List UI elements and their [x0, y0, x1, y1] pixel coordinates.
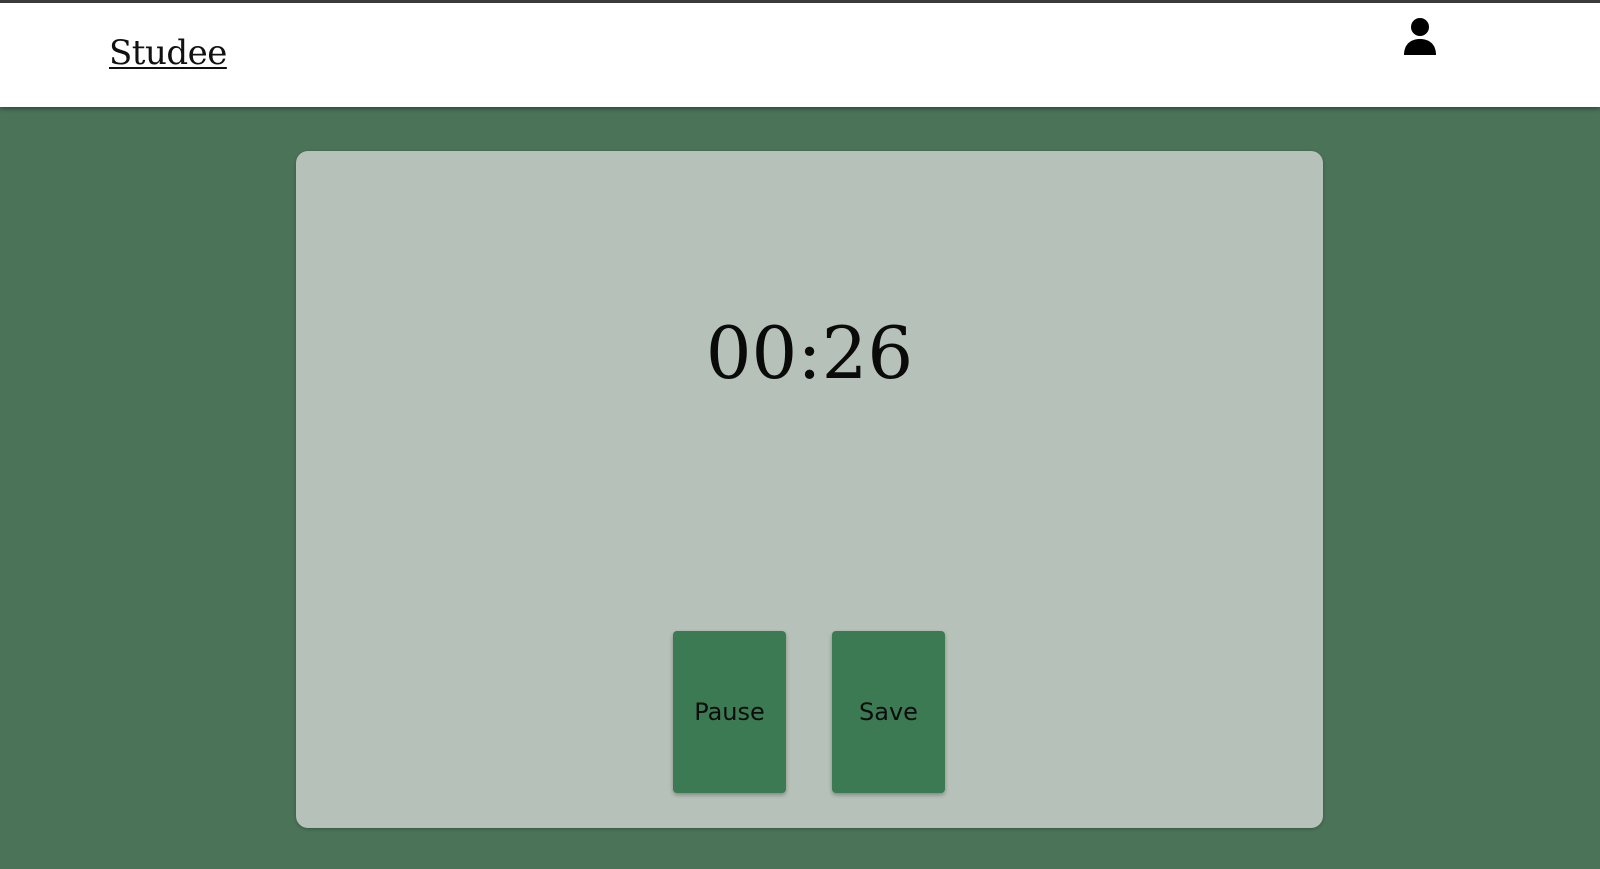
pause-button[interactable]: Pause — [673, 631, 786, 793]
brand-logo-link[interactable]: Studee — [109, 33, 227, 73]
timer-display: 00:26 — [705, 311, 914, 395]
user-account-button[interactable] — [1403, 17, 1437, 57]
user-icon — [1404, 18, 1436, 55]
pause-button-label: Pause — [694, 698, 765, 726]
timer-card: 00:26 Pause Save — [296, 151, 1323, 828]
save-button-label: Save — [859, 698, 918, 726]
navbar: Studee — [0, 3, 1600, 107]
save-button[interactable]: Save — [832, 631, 945, 793]
